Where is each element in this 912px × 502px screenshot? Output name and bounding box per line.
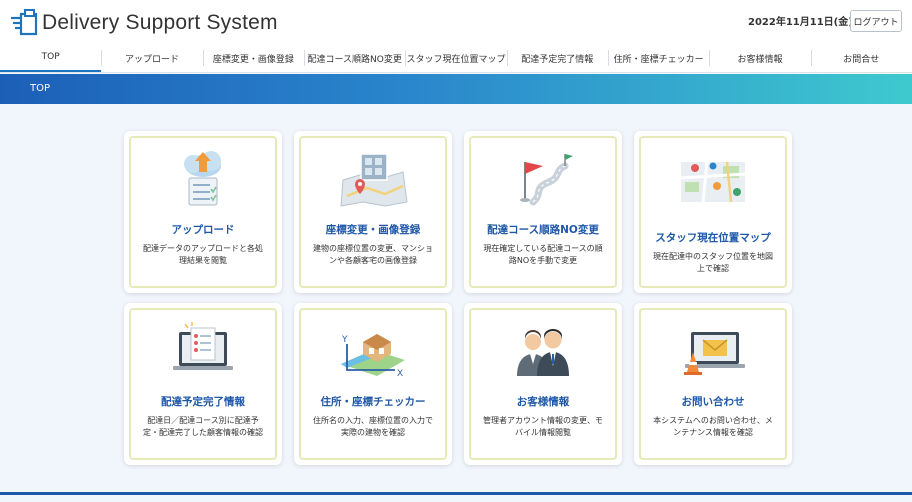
menu-card-customers[interactable]: お客様情報 管理者アカウント情報の変更、モバイル情報閲覧 [464,303,622,465]
card-desc: 住所名の入力、座標位置の入力で実際の建物を確認 [313,416,433,437]
current-date: 2022年11月11日(金) [748,17,853,28]
menu-card-staff-map[interactable]: スタッフ現在位置マップ 現在配達中のスタッフ位置を地図上で確認 [634,131,792,293]
logout-button[interactable]: ログアウト [850,10,902,32]
checklist-laptop-icon [173,322,233,370]
card-desc: 配達日／配達コース別に配達予定・配達完了した顧客情報の確認 [143,416,263,437]
app-title: Delivery Support System [42,11,278,34]
card-title: お客様情報 [516,396,570,408]
map-image-icon [340,153,408,207]
card-desc: 管理者アカウント情報の変更、モバイル情報閲覧 [483,416,603,437]
card-desc: 配達データのアップロードと各処理結果を閲覧 [143,244,263,265]
nav-top[interactable]: TOP [0,44,102,72]
card-desc: 現在配達中のスタッフ位置を地図上で確認 [653,252,773,273]
card-title: 座標変更・画像登録 [325,224,421,236]
app-logo[interactable]: Delivery Support System [10,9,278,37]
header: Delivery Support System 2022年11月11日(金) ロ… [0,0,912,44]
nav-staff-map[interactable]: スタッフ現在位置マップ [405,44,506,72]
card-title: 配達予定完了情報 [161,396,245,408]
customers-icon [517,329,569,376]
card-title: お問い合わせ [681,396,745,408]
menu-card-coordinate-change[interactable]: 座標変更・画像登録 建物の座標位置の変更、マンションや各顧客宅の画像登録 [294,131,452,293]
card-title: 配達コース順路NO変更 [487,224,599,236]
card-desc: 建物の座標位置の変更、マンションや各顧客宅の画像登録 [313,244,433,265]
address-checker-icon: Y X [341,334,405,379]
nav-coordinate-change[interactable]: 座標変更・画像登録 [202,44,304,72]
page-title: TOP [30,83,51,94]
menu-grid: アップロード 配達データのアップロードと各処理結果を閲覧 座標変更・画像登録 建… [124,131,792,465]
logo-icon [11,9,38,36]
staff-map-icon [680,161,746,203]
nav-delivery-status[interactable]: 配達予定完了情報 [506,44,608,72]
page-banner: TOP [0,74,912,104]
card-title: スタッフ現在位置マップ [655,232,771,244]
menu-card-address-checker[interactable]: Y X 住所・座標チェッカー 住所名の入力、座標位置の入力で実際の建物を確認 [294,303,452,465]
menu-card-contact[interactable]: お問い合わせ 本システムへのお問い合わせ、メンテナンス情報を確認 [634,303,792,465]
nav-address-checker[interactable]: 住所・座標チェッカー [607,44,709,72]
nav-customers[interactable]: お客様情報 [709,44,810,72]
card-desc: 現在確定している配達コースの順路NOを手動で変更 [483,244,603,265]
nav-upload[interactable]: アップロード [101,44,202,72]
footer-line [0,492,912,495]
menu-card-delivery-status[interactable]: 配達予定完了情報 配達日／配達コース別に配達予定・配達完了した顧客情報の確認 [124,303,282,465]
card-desc: 本システムへのお問い合わせ、メンテナンス情報を確認 [653,416,773,437]
menu-card-upload[interactable]: アップロード 配達データのアップロードと各処理結果を閲覧 [124,131,282,293]
route-flag-icon [520,154,573,206]
card-title: 住所・座標チェッカー [320,396,426,408]
mail-laptop-icon [684,332,745,375]
nav-route-change[interactable]: 配達コース順路NO変更 [303,44,405,72]
menu-card-route-change[interactable]: 配達コース順路NO変更 現在確定している配達コースの順路NOを手動で変更 [464,131,622,293]
nav-contact[interactable]: お問合せ [810,44,912,72]
card-title: アップロード [171,224,235,236]
svg-text:X: X [397,369,403,379]
main-nav: TOP アップロード 座標変更・画像登録 配達コース順路NO変更 スタッフ現在位… [0,44,912,73]
cloud-upload-icon [184,151,221,206]
svg-text:Y: Y [341,335,348,345]
